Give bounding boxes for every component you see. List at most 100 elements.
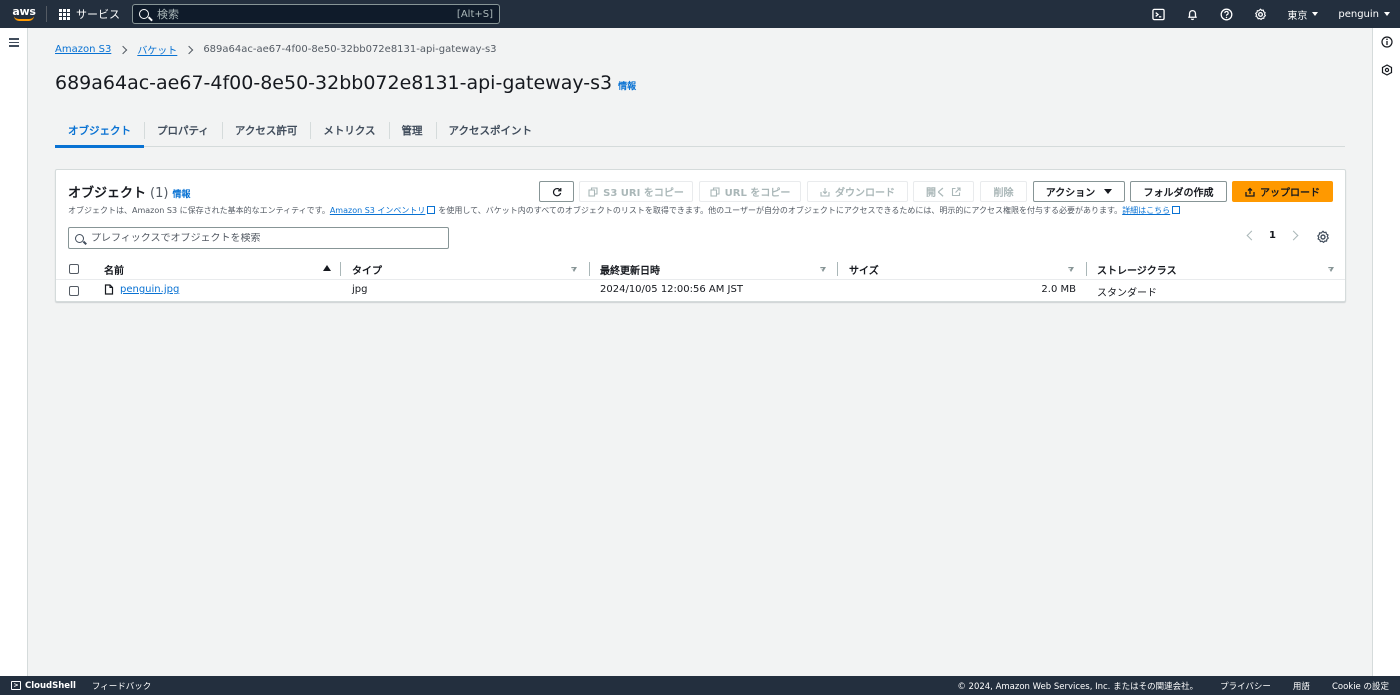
create-folder-label: フォルダの作成	[1143, 188, 1214, 199]
pagination: 1	[1246, 230, 1299, 241]
actions-label: アクション	[1045, 188, 1096, 199]
global-search-input[interactable]	[157, 7, 457, 21]
external-link-icon	[951, 186, 961, 196]
object-name-link[interactable]: penguin.jpg	[120, 284, 179, 295]
select-all-checkbox[interactable]	[69, 264, 79, 274]
footer-links: © 2024, Amazon Web Services, Inc. またはその関…	[957, 680, 1400, 692]
next-page-icon[interactable]	[1288, 230, 1299, 241]
copy-s3-uri-button[interactable]: S3 URI をコピー	[579, 181, 693, 202]
download-button[interactable]: ダウンロード	[807, 181, 908, 202]
breadcrumb-amazon-s3[interactable]: Amazon S3	[55, 44, 111, 55]
nav-right: 東京 penguin	[1141, 0, 1400, 28]
gear-icon[interactable]	[1316, 230, 1330, 244]
upload-button[interactable]: アップロード	[1232, 181, 1333, 202]
delete-button[interactable]: 削除	[980, 181, 1027, 202]
column-header-name[interactable]: 名前	[104, 262, 124, 277]
help-icon	[1220, 8, 1233, 20]
download-label: ダウンロード	[835, 188, 895, 199]
search-icon	[139, 9, 149, 19]
tab-access-points[interactable]: アクセスポイント	[435, 114, 545, 147]
objects-info-link[interactable]: 情報	[172, 187, 190, 200]
aws-logo[interactable]: aws	[0, 0, 44, 28]
column-header-type[interactable]: タイプ	[352, 262, 382, 277]
settings-button[interactable]	[1243, 0, 1277, 28]
region-label: 東京	[1287, 10, 1308, 22]
terms-link[interactable]: 用語	[1293, 680, 1310, 692]
cloudshell-button[interactable]	[1141, 0, 1175, 28]
prefix-filter[interactable]	[68, 227, 449, 249]
current-page[interactable]: 1	[1269, 230, 1276, 241]
sort-ascending-icon[interactable]	[323, 265, 331, 271]
top-navigation: aws サービス [Alt+S] 東京 penguin	[0, 0, 1400, 28]
chevron-right-icon	[185, 45, 194, 54]
column-header-last-modified[interactable]: 最終更新日時	[600, 262, 660, 277]
objects-title: オブジェクト	[68, 186, 147, 201]
object-storage-class: スタンダード	[1097, 288, 1157, 299]
open-button[interactable]: 開く	[913, 181, 974, 202]
objects-header: オブジェクト (1) 情報	[68, 182, 190, 201]
tab-management[interactable]: 管理	[388, 114, 436, 147]
privacy-link[interactable]: プライバシー	[1220, 680, 1271, 692]
tab-properties[interactable]: プロパティ	[144, 114, 222, 147]
external-link-icon	[1172, 206, 1181, 214]
row-checkbox[interactable]	[69, 286, 79, 296]
cloudshell-footer-button[interactable]: > CloudShell	[0, 681, 76, 691]
download-icon	[820, 187, 830, 197]
object-type: jpg	[352, 284, 368, 295]
settings-icon	[1254, 8, 1266, 20]
column-header-size[interactable]: サイズ	[849, 262, 879, 277]
account-menu[interactable]: penguin	[1328, 0, 1400, 28]
copy-icon	[710, 186, 720, 197]
tab-metrics[interactable]: メトリクス	[310, 114, 388, 147]
copyright-text: © 2024, Amazon Web Services, Inc. またはその関…	[957, 681, 1199, 692]
upload-label: アップロード	[1260, 188, 1320, 199]
footer: > CloudShell フィードバック © 2024, Amazon Web …	[0, 676, 1400, 695]
description-text-2: を使用して、バケット内のすべてのオブジェクトのリストを取得できます。他のユーザー…	[438, 206, 1123, 215]
tab-objects[interactable]: オブジェクト	[55, 114, 144, 148]
copy-url-label: URL をコピー	[724, 188, 791, 199]
column-header-storage-class[interactable]: ストレージクラス	[1097, 262, 1177, 277]
tab-permissions[interactable]: アクセス許可	[221, 114, 310, 147]
help-button[interactable]	[1209, 0, 1243, 28]
breadcrumb: Amazon S3 バケット 689a64ac-ae67-4f00-8e50-3…	[55, 42, 497, 57]
copy-url-button[interactable]: URL をコピー	[699, 181, 801, 202]
cookie-settings-link[interactable]: Cookie の設定	[1332, 680, 1389, 692]
caret-down-icon	[1104, 189, 1113, 194]
global-search[interactable]: [Alt+S]	[132, 4, 500, 24]
search-icon	[75, 233, 84, 243]
grid-icon	[59, 8, 70, 20]
external-link-icon	[427, 206, 436, 214]
copy-icon	[588, 186, 598, 197]
menu-icon[interactable]	[9, 38, 19, 47]
objects-count: (1)	[150, 186, 169, 201]
file-icon	[104, 284, 114, 295]
location-icon[interactable]	[1381, 64, 1393, 76]
create-folder-button[interactable]: フォルダの作成	[1130, 181, 1227, 202]
sort-icon[interactable]	[820, 267, 826, 272]
learn-more-link[interactable]: 詳細はこちら	[1122, 206, 1170, 215]
breadcrumb-current: 689a64ac-ae67-4f00-8e50-32bb072e8131-api…	[203, 44, 497, 55]
sort-icon[interactable]	[1328, 267, 1334, 272]
notifications-button[interactable]	[1175, 0, 1209, 28]
sort-icon[interactable]	[571, 267, 577, 272]
refresh-icon	[552, 187, 561, 196]
info-link[interactable]: 情報	[618, 79, 636, 92]
breadcrumb-buckets[interactable]: バケット	[137, 42, 177, 57]
previous-page-icon[interactable]	[1246, 230, 1257, 241]
info-icon[interactable]	[1381, 36, 1393, 48]
delete-label: 削除	[993, 188, 1014, 199]
actions-dropdown-button[interactable]: アクション	[1033, 181, 1125, 202]
cloudshell-label: CloudShell	[25, 680, 76, 691]
inventory-link[interactable]: Amazon S3 インベントリ	[330, 206, 426, 215]
services-menu-button[interactable]: サービス	[53, 0, 126, 28]
column-separator	[340, 262, 341, 276]
region-selector[interactable]: 東京	[1277, 0, 1328, 28]
nav-divider	[46, 6, 47, 22]
page-title-text: 689a64ac-ae67-4f00-8e50-32bb072e8131-api…	[55, 72, 613, 94]
cloudshell-icon	[1152, 8, 1165, 20]
sort-icon[interactable]	[1068, 267, 1074, 272]
refresh-button[interactable]	[539, 181, 574, 202]
prefix-filter-input[interactable]	[91, 232, 442, 244]
column-separator	[589, 262, 590, 276]
feedback-link[interactable]: フィードバック	[92, 680, 151, 692]
